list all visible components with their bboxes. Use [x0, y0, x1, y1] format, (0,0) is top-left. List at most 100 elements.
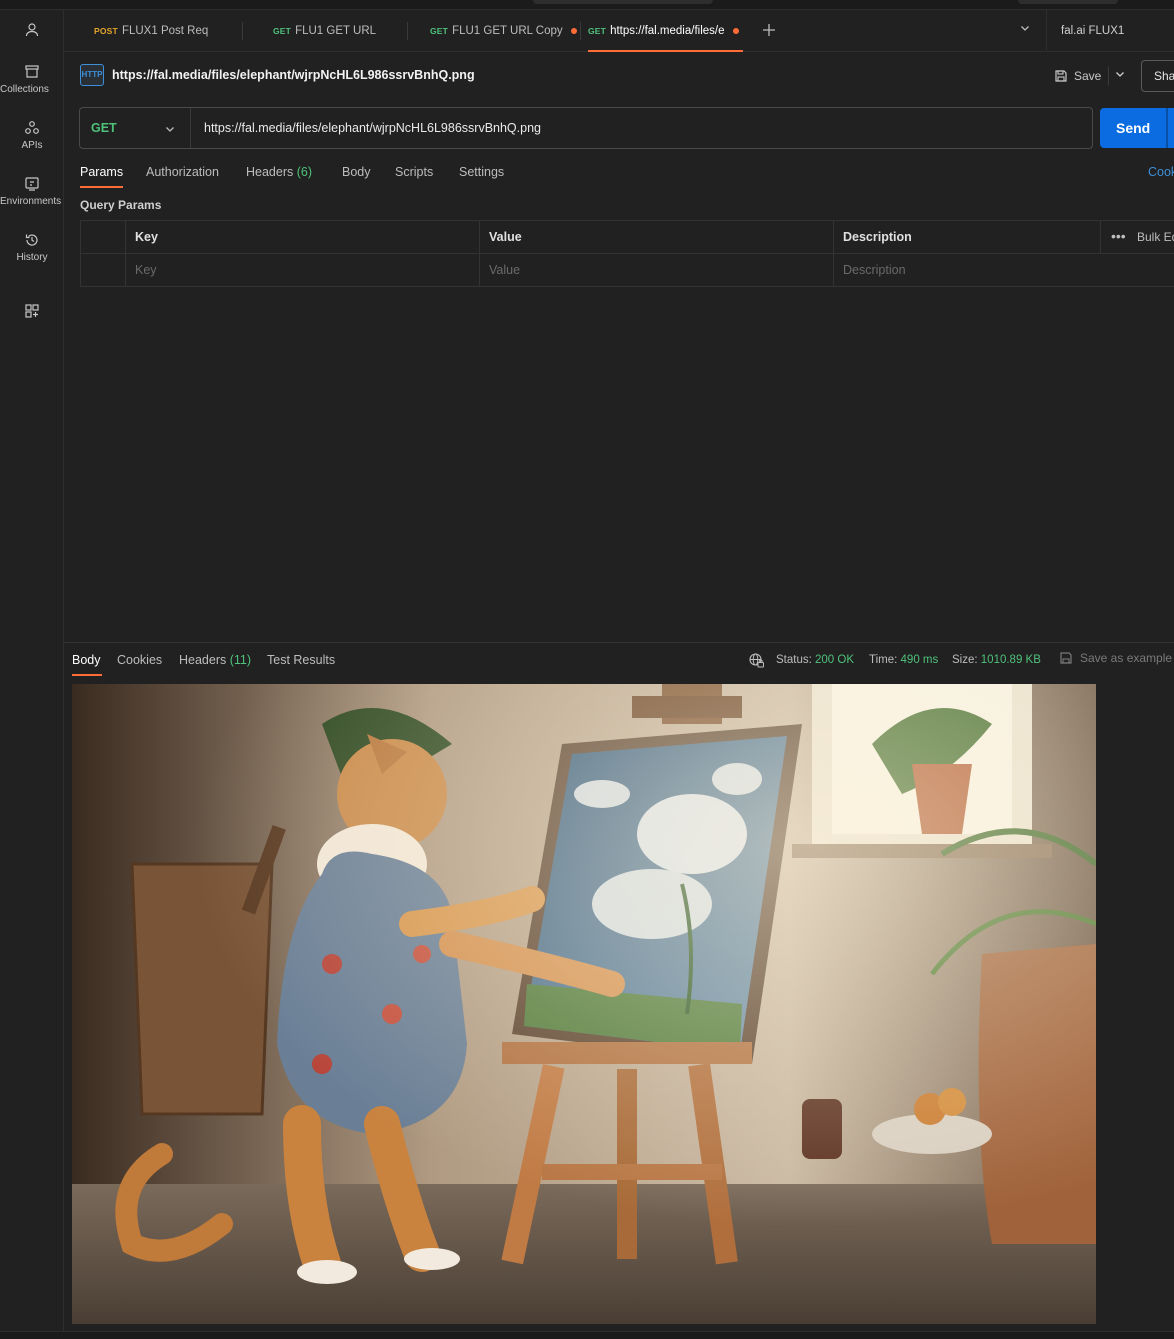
tab-method: POST — [94, 26, 118, 36]
response-tab-cookies[interactable]: Cookies — [117, 653, 162, 667]
send-split-divider — [1166, 108, 1168, 148]
description-input[interactable]: Description — [835, 254, 1165, 287]
cookies-link[interactable]: Cookies — [1148, 165, 1174, 179]
status-label: Status: — [776, 654, 812, 666]
response-tab-body[interactable]: Body — [72, 653, 101, 667]
new-tab-button[interactable] — [762, 21, 776, 41]
save-divider — [1108, 66, 1109, 86]
request-tab[interactable]: POST FLUX1 Post Req — [86, 10, 236, 52]
response-headers-label: Headers — [179, 653, 227, 667]
query-params-table: Key Value Description ••• Bulk Edit Key … — [80, 220, 1174, 287]
headers-count: (6) — [296, 165, 313, 179]
value-input[interactable]: Value — [481, 254, 833, 287]
tab-title: FLUX1 Post Req — [121, 25, 209, 37]
cat-painting-image — [72, 684, 1096, 1324]
configure-sidebar-button[interactable] — [0, 303, 64, 323]
key-input[interactable]: Key — [127, 254, 479, 287]
response-tab-test-results[interactable]: Test Results — [267, 653, 335, 667]
window-top-strip — [0, 0, 1174, 10]
save-button[interactable]: Save — [1046, 62, 1109, 90]
globe-lock-icon — [749, 653, 764, 668]
tab-headers-label: Headers — [246, 165, 294, 179]
left-sidebar: Collections APIs Environments History — [0, 10, 64, 1339]
environments-icon — [25, 177, 39, 191]
table-row: Key Value Description — [81, 254, 1174, 287]
response-time[interactable]: Time: 490 ms — [869, 654, 938, 666]
tab-divider — [407, 22, 408, 40]
tab-method: GET — [430, 26, 449, 36]
unsaved-dot — [732, 28, 739, 34]
account-button[interactable] — [0, 22, 64, 42]
tab-body[interactable]: Body — [342, 165, 371, 179]
sidebar-item-label: APIs — [21, 140, 43, 151]
environment-name: fal.ai FLUX1 — [1061, 25, 1125, 37]
http-request-icon: HTTP — [80, 64, 104, 86]
request-tab-active[interactable]: GET https://fal.media/files/e — [580, 10, 753, 52]
plus-icon — [763, 24, 775, 36]
tab-title: FLU1 GET URL — [295, 25, 377, 37]
sidebar-item-label: History — [16, 252, 48, 263]
save-icon — [1060, 652, 1072, 664]
response-pane-divider[interactable] — [64, 642, 1174, 643]
request-tab[interactable]: GET FLU1 GET URL — [265, 10, 405, 52]
tab-method: GET — [273, 26, 292, 36]
status-value: 200 OK — [815, 654, 855, 666]
chevron-down-icon — [1021, 26, 1029, 31]
share-button[interactable]: Share — [1141, 60, 1174, 92]
tab-settings[interactable]: Settings — [459, 165, 504, 179]
tab-params[interactable]: Params — [80, 165, 123, 179]
size-value: 1010.89 KB — [980, 654, 1041, 666]
response-tab-headers[interactable]: Headers (11) — [179, 653, 251, 667]
url-input[interactable] — [192, 108, 1090, 148]
response-size[interactable]: Size: 1010.89 KB — [952, 654, 1041, 666]
method-select[interactable]: GET — [80, 108, 191, 148]
http-badge-text: HTTP — [81, 70, 103, 79]
tab-list-dropdown[interactable] — [1019, 22, 1031, 37]
table-header-row: Key Value Description ••• Bulk Edit — [81, 221, 1174, 254]
apis-icon — [25, 121, 39, 134]
top-strip-handle — [1018, 0, 1118, 4]
more-options-button[interactable]: ••• — [1111, 221, 1126, 252]
grid-add-icon — [25, 304, 39, 318]
save-icon — [1055, 70, 1067, 82]
user-icon — [25, 23, 39, 37]
response-status[interactable]: Status: 200 OK — [776, 654, 854, 666]
sidebar-item-history[interactable]: History — [0, 232, 64, 263]
column-header-value: Value — [489, 230, 522, 244]
save-as-example-button[interactable]: Save as example — [1059, 651, 1172, 665]
tab-method: GET — [588, 26, 607, 36]
tab-title: FLU1 GET URL Copy — [452, 25, 563, 37]
save-as-example-label: Save as example — [1080, 651, 1173, 665]
request-tab[interactable]: GET FLU1 GET URL Copy — [422, 10, 582, 52]
tab-authorization[interactable]: Authorization — [146, 165, 219, 179]
time-value: 490 ms — [900, 654, 939, 666]
tab-scripts[interactable]: Scripts — [395, 165, 433, 179]
column-header-description: Description — [843, 230, 912, 244]
response-image-preview — [72, 684, 1096, 1324]
column-header-key: Key — [135, 230, 158, 244]
time-label: Time: — [869, 654, 898, 666]
url-bar: GET — [79, 107, 1093, 149]
sidebar-item-environments[interactable]: Environments — [0, 176, 64, 207]
sidebar-item-collections[interactable]: Collections — [0, 64, 64, 95]
save-label: Save — [1074, 69, 1102, 83]
save-options-dropdown[interactable] — [1114, 68, 1126, 83]
environment-selector[interactable]: fal.ai FLUX1 — [1046, 10, 1174, 52]
query-params-title: Query Params — [80, 198, 162, 212]
sidebar-item-label: Environments — [0, 196, 62, 207]
chevron-down-icon — [166, 127, 174, 132]
sidebar-item-apis[interactable]: APIs — [0, 120, 64, 151]
unsaved-dot — [570, 28, 577, 34]
method-value: GET — [91, 121, 117, 135]
top-strip-handle — [533, 0, 713, 4]
tab-headers[interactable]: Headers (6) — [246, 165, 312, 179]
bulk-edit-button[interactable]: Bulk Edit — [1137, 221, 1174, 254]
request-tab-bar: POST FLUX1 Post Req GET FLU1 GET URL GET… — [64, 10, 1174, 52]
sidebar-item-label: Collections — [0, 84, 49, 95]
request-title[interactable]: https://fal.media/files/elephant/wjrpNcH… — [112, 68, 475, 82]
status-bar — [0, 1331, 1174, 1339]
tab-title: https://fal.media/files/e — [610, 25, 725, 37]
network-info-button[interactable] — [748, 652, 765, 672]
response-headers-count: (11) — [229, 653, 252, 667]
send-button[interactable]: Send — [1100, 108, 1174, 148]
